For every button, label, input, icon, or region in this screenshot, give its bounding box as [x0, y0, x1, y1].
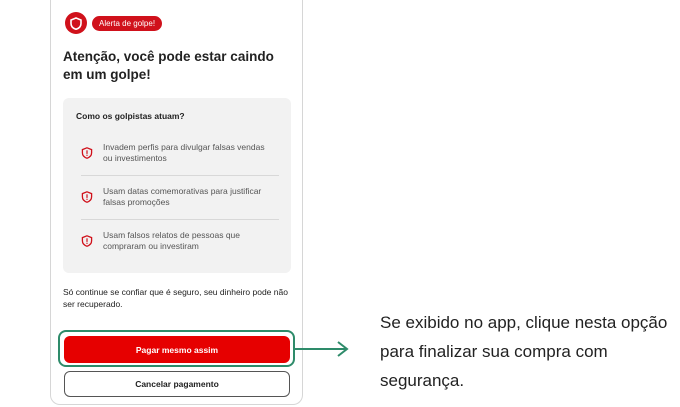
scam-tip: Usam datas comemorativas para justificar…	[81, 186, 281, 208]
scam-info-heading: Como os golpistas atuam?	[76, 111, 185, 121]
shield-alert-icon	[81, 235, 93, 247]
alert-title: Atenção, você pode estar caindo em um go…	[63, 49, 274, 82]
scam-tip-text: Usam falsos relatos de pessoas que compr…	[103, 230, 241, 251]
shield-alert-icon	[81, 191, 93, 203]
shield-icon	[65, 12, 87, 34]
scam-tip: Usam falsos relatos de pessoas que compr…	[81, 230, 281, 252]
scam-alert-badge: Alerta de golpe!	[92, 16, 163, 31]
divider	[81, 175, 279, 176]
callout-text: Se exibido no app, clique nesta opção pa…	[380, 313, 668, 390]
divider	[81, 219, 279, 220]
scam-tip: Invadem perfis para divulgar falsas vend…	[81, 142, 281, 164]
scam-tip-text: Usam datas comemorativas para justificar…	[103, 186, 262, 207]
scam-tip-text: Invadem perfis para divulgar falsas vend…	[103, 142, 265, 163]
warning-text: Só continue se confiar que é seguro, seu…	[63, 287, 288, 309]
pay-anyway-button[interactable]: Pagar mesmo assim	[64, 336, 290, 363]
cancel-payment-button[interactable]: Cancelar pagamento	[64, 371, 290, 397]
arrow-right-icon	[294, 341, 349, 357]
scam-info-panel: Como os golpistas atuam? Invadem perfis …	[63, 98, 291, 273]
shield-alert-icon	[81, 147, 93, 159]
